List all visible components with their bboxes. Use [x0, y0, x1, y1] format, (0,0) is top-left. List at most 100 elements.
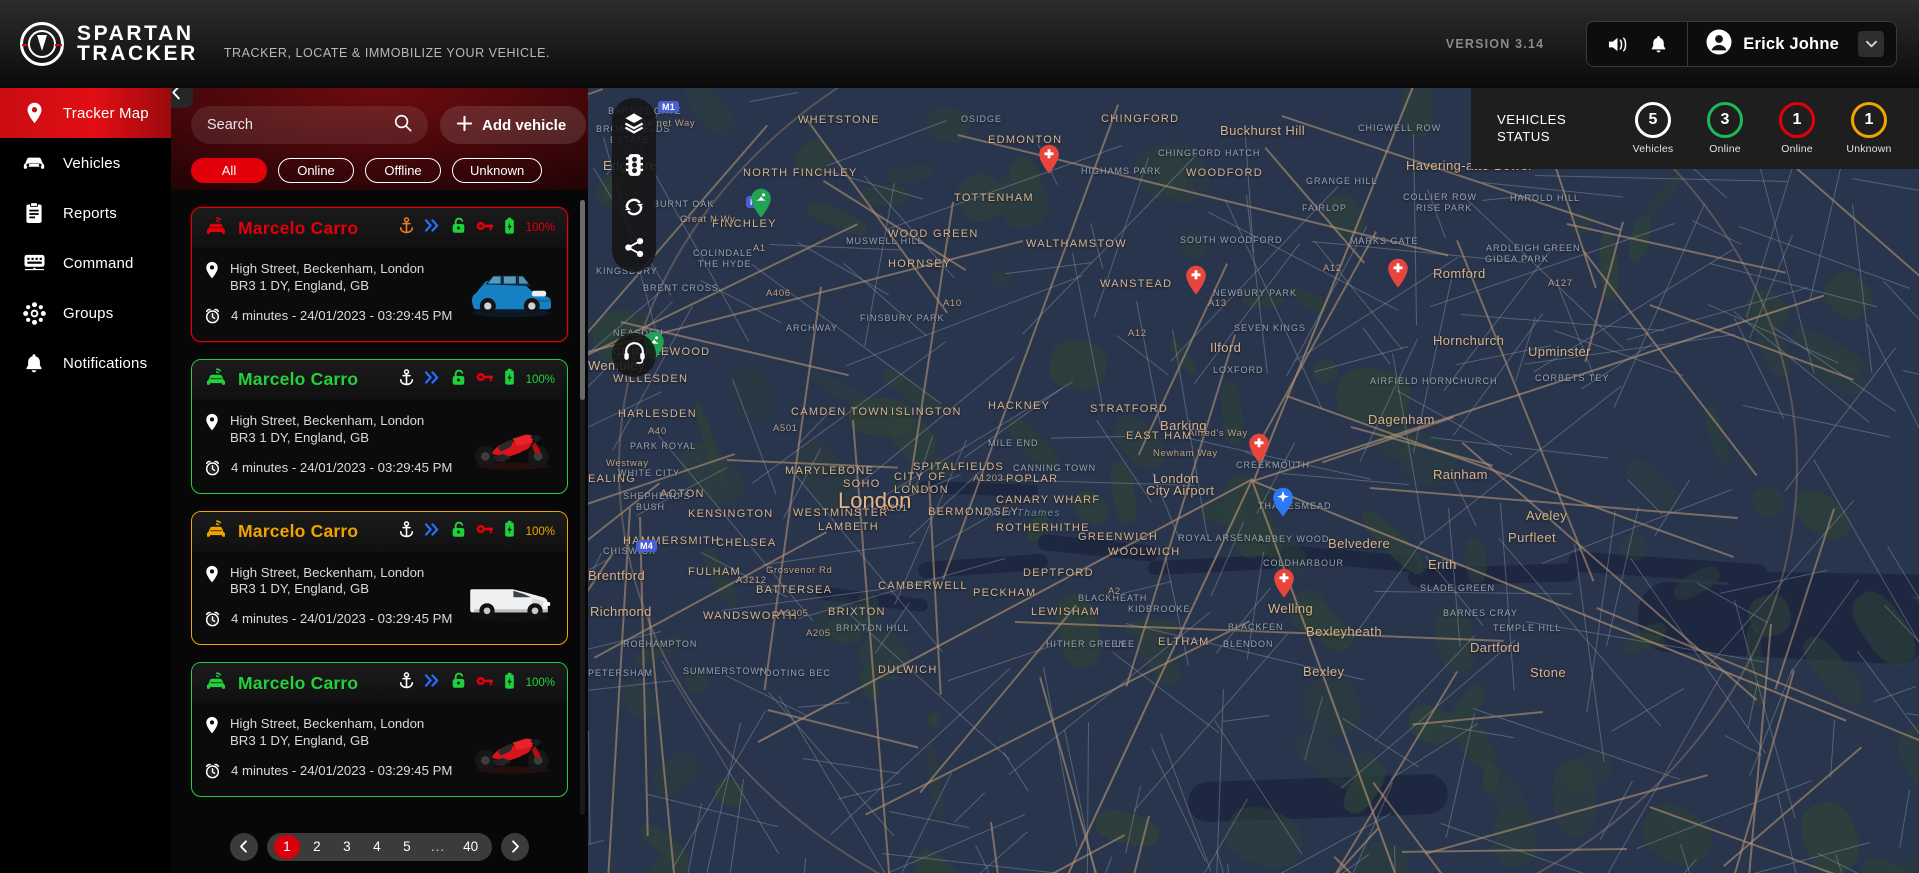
hospital-pin[interactable] — [1387, 258, 1409, 288]
map-canvas[interactable]: London WHETSTONE OSIDGE CHINGFORD Buckhurst … — [588, 88, 1919, 873]
status-counter[interactable]: 1 Unknown — [1833, 102, 1905, 155]
header-account-box: Erick Johne — [1586, 21, 1897, 67]
sidebar-item-groups[interactable]: Groups — [0, 288, 171, 338]
layers-icon[interactable] — [623, 112, 645, 134]
map-label: BATTERSEA — [756, 584, 833, 596]
pagination-page-40[interactable]: 40 — [456, 835, 485, 859]
unlock-icon[interactable] — [451, 369, 466, 391]
chevron-down-icon[interactable] — [1858, 31, 1884, 57]
brand-logo[interactable]: SPARTAN TRACKER — [20, 22, 198, 66]
battery-icon — [504, 368, 515, 391]
key-icon[interactable] — [476, 370, 494, 389]
status-counter[interactable]: 3 Online — [1689, 102, 1761, 155]
pagination-page-1[interactable]: 1 — [273, 834, 300, 859]
sidebar-item-vehicles[interactable]: Vehicles — [0, 138, 171, 188]
brand-line-2: TRACKER — [77, 42, 198, 65]
support-button[interactable] — [612, 333, 656, 377]
map-label: Welling — [1268, 601, 1314, 616]
status-title-line2: STATUS — [1497, 128, 1551, 144]
map-label: SLADE GREEN — [1420, 583, 1496, 593]
map-label: Ilford — [1210, 340, 1242, 355]
alarm-clock-icon — [205, 763, 220, 784]
share-icon[interactable] — [624, 237, 645, 258]
double-chevron-icon[interactable] — [424, 219, 441, 237]
pagination-page-4[interactable]: 4 — [364, 835, 390, 859]
map-label: Newham Way — [1153, 448, 1218, 459]
key-icon[interactable] — [476, 522, 494, 541]
filter-chip-offline[interactable]: Offline — [365, 158, 441, 183]
pagination-page-5[interactable]: 5 — [394, 835, 420, 859]
vehicle-card[interactable]: Marcelo Carro 100% High Street, Beckenha… — [191, 358, 568, 494]
status-counter[interactable]: 5 Vehicles — [1617, 102, 1689, 155]
unlock-icon[interactable] — [451, 672, 466, 694]
key-icon[interactable] — [476, 219, 494, 238]
sidebar-item-notifications[interactable]: Notifications — [0, 338, 171, 388]
map-label: HITHER GREEN — [1046, 639, 1127, 649]
map-label: CITY OF — [894, 471, 947, 483]
vehicle-card-header: Marcelo Carro 100% — [192, 208, 567, 248]
map-label: Bexleyheath — [1306, 624, 1382, 639]
key-icon[interactable] — [476, 674, 494, 693]
list-scrollbar[interactable] — [580, 200, 585, 815]
location-pin-icon — [205, 261, 219, 284]
status-counter[interactable]: 1 Online — [1761, 102, 1833, 155]
anchor-icon[interactable] — [399, 672, 414, 694]
unlock-icon[interactable] — [451, 217, 466, 239]
anchor-icon[interactable] — [399, 520, 414, 543]
user-menu[interactable]: Erick Johne — [1688, 22, 1896, 66]
chevron-left-icon[interactable] — [171, 88, 193, 108]
bell-icon[interactable] — [1650, 35, 1667, 54]
vehicle-card[interactable]: Marcelo Carro 100% High Street, Beckenha… — [191, 207, 568, 342]
unlock-icon[interactable] — [451, 521, 466, 543]
vehicle-status-icons: 100% — [399, 520, 555, 543]
scrollbar-thumb[interactable] — [580, 200, 585, 400]
groups-icon — [22, 301, 46, 325]
vehicle-card[interactable]: Marcelo Carro 100% High Street, Beckenha… — [191, 662, 568, 798]
anchor-icon[interactable] — [399, 217, 414, 239]
tracker-map[interactable]: London WHETSTONE OSIDGE CHINGFORD Buckhurst … — [588, 88, 1919, 873]
search-field[interactable] — [191, 106, 428, 144]
map-label: CHELSEA — [716, 537, 777, 549]
filter-chip-all[interactable]: All — [191, 158, 267, 183]
pagination-page-2[interactable]: 2 — [304, 835, 330, 859]
car-icon — [22, 155, 46, 171]
filter-chip-unknown[interactable]: Unknown — [452, 158, 543, 183]
anchor-icon[interactable] — [399, 368, 414, 391]
vehicle-card-header: Marcelo Carro 100% — [192, 663, 567, 704]
filter-chip-online[interactable]: Online — [278, 158, 354, 183]
add-vehicle-button[interactable]: Add vehicle — [440, 106, 587, 144]
search-input[interactable] — [207, 117, 394, 133]
map-label: WHITE CITY — [618, 468, 680, 478]
double-chevron-icon[interactable] — [424, 522, 441, 541]
pagination-page-3[interactable]: 3 — [334, 835, 360, 859]
hospital-pin[interactable] — [1185, 265, 1207, 295]
pagination-next-button[interactable] — [501, 832, 530, 861]
traffic-light-icon[interactable] — [625, 153, 643, 177]
pagination-prev-button[interactable] — [229, 832, 258, 861]
status-counter-label: Vehicles — [1632, 143, 1674, 155]
search-icon[interactable] — [394, 114, 412, 137]
sidebar-item-reports[interactable]: Reports — [0, 188, 171, 238]
user-avatar-icon — [1706, 29, 1732, 60]
vehicle-status-icons: 100% — [399, 217, 555, 240]
map-label: COLLIER ROW — [1403, 192, 1478, 202]
refresh-icon[interactable] — [623, 196, 645, 218]
hospital-pin[interactable] — [1038, 144, 1060, 174]
map-label: A12 — [1323, 263, 1342, 274]
vehicle-name: Marcelo Carro — [238, 672, 359, 693]
hospital-pin[interactable] — [1273, 568, 1295, 598]
airport-pin[interactable] — [1272, 487, 1294, 517]
alarm-clock-icon — [205, 460, 220, 481]
hospital-pin[interactable] — [1248, 433, 1270, 463]
double-chevron-icon[interactable] — [424, 674, 441, 692]
status-counter-label: Online — [1781, 143, 1813, 155]
volume-icon[interactable] — [1607, 35, 1628, 54]
sidebar-item-tracker-map[interactable]: Tracker Map — [0, 88, 171, 138]
park-pin[interactable] — [750, 188, 772, 218]
status-counter-label: Online — [1709, 143, 1741, 155]
map-road-major — [588, 96, 589, 254]
map-orbital-road — [618, 88, 1798, 873]
vehicle-card[interactable]: Marcelo Carro 100% High Street, Beckenha… — [191, 510, 568, 646]
sidebar-item-command[interactable]: Command — [0, 238, 171, 288]
double-chevron-icon[interactable] — [424, 371, 441, 389]
